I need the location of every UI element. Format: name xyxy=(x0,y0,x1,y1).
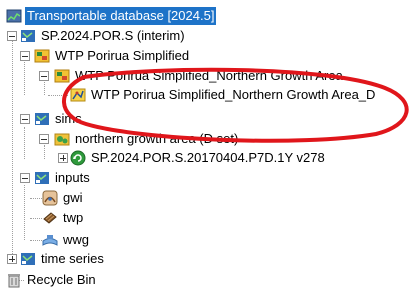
tree-node-label: gwi xyxy=(63,190,83,205)
time-series-icon xyxy=(21,253,35,265)
tree-node-label: northern growth area (D set) xyxy=(75,131,239,146)
network-icon xyxy=(21,30,35,42)
tree-node-label: Transportable database [2024.5] xyxy=(25,7,217,25)
tree-line xyxy=(12,36,13,258)
tree-node-gwi[interactable]: gwi xyxy=(42,189,85,207)
tree-node-label: SP.2024.POR.S (interim) xyxy=(41,28,185,43)
tree-node-label: twp xyxy=(63,210,84,225)
tree-node-label: WTP Porirua Simplified_Northern Growth A… xyxy=(75,68,343,83)
expand-toggle[interactable] xyxy=(58,153,68,163)
tree-node-sim-run[interactable]: SP.2024.POR.S.20170404.P7D.1Y v278 xyxy=(70,149,327,167)
run-group-icon xyxy=(54,133,70,146)
tree-node-label: WTP Porirua Simplified xyxy=(55,48,190,63)
tree-line xyxy=(30,198,42,199)
tree-node-northern-growth-area[interactable]: WTP Porirua Simplified_Northern Growth A… xyxy=(54,67,345,85)
tree-node-twp[interactable]: twp xyxy=(42,209,85,227)
tree-node-label: sims xyxy=(55,111,82,126)
model-group-icon xyxy=(34,49,50,63)
database-icon xyxy=(6,9,22,23)
tree-node-recycle-bin[interactable]: Recycle Bin xyxy=(6,271,98,289)
tree-node-wwg[interactable]: wwg xyxy=(42,231,91,249)
tree-node-wtp-porirua-simplified[interactable]: WTP Porirua Simplified xyxy=(34,47,191,65)
sim-run-icon xyxy=(70,150,86,166)
network-model-icon xyxy=(70,88,86,102)
tree-node-sims[interactable]: sims xyxy=(34,110,84,128)
tree-line xyxy=(24,127,25,159)
tree-node-time-series[interactable]: time series xyxy=(20,250,106,268)
tree-node-label: wwg xyxy=(63,232,90,247)
recycle-bin-icon xyxy=(8,274,20,288)
tree-node-inputs[interactable]: inputs xyxy=(34,169,92,187)
twp-icon xyxy=(43,212,57,224)
tree-node-sp-2024-por-s[interactable]: SP.2024.POR.S (interim) xyxy=(20,27,187,45)
tree-line xyxy=(30,218,42,219)
collapse-toggle[interactable] xyxy=(20,173,30,183)
model-group-icon xyxy=(54,69,70,83)
tree-node-label: Recycle Bin xyxy=(27,272,96,287)
tree-node-northern-growth-area-d[interactable]: WTP Porirua Simplified_Northern Growth A… xyxy=(70,86,377,104)
collapse-toggle[interactable] xyxy=(7,31,17,41)
database-tree: Transportable database [2024.5] SP.2024.… xyxy=(0,0,411,289)
tree-node-label: SP.2024.POR.S.20170404.P7D.1Y v278 xyxy=(91,150,325,165)
sims-folder-icon xyxy=(35,113,49,125)
wwg-icon xyxy=(42,235,58,246)
inputs-folder-icon xyxy=(35,172,49,184)
tree-line xyxy=(30,240,42,241)
collapse-toggle[interactable] xyxy=(20,51,30,61)
collapse-toggle[interactable] xyxy=(20,114,30,124)
tree-node-northern-growth-area-d-set[interactable]: northern growth area (D set) xyxy=(54,130,240,148)
tree-node-transportable-database[interactable]: Transportable database [2024.5] xyxy=(6,7,217,25)
gwi-icon xyxy=(42,190,58,206)
tree-node-label: WTP Porirua Simplified_Northern Growth A… xyxy=(91,87,376,102)
tree-node-label: inputs xyxy=(55,170,90,185)
tree-line xyxy=(24,55,25,95)
collapse-toggle[interactable] xyxy=(39,134,49,144)
expand-toggle[interactable] xyxy=(7,254,17,264)
tree-line xyxy=(44,145,45,159)
collapse-toggle[interactable] xyxy=(39,71,49,81)
tree-line xyxy=(48,95,68,96)
tree-node-label: time series xyxy=(41,251,104,266)
tree-line xyxy=(24,185,25,240)
